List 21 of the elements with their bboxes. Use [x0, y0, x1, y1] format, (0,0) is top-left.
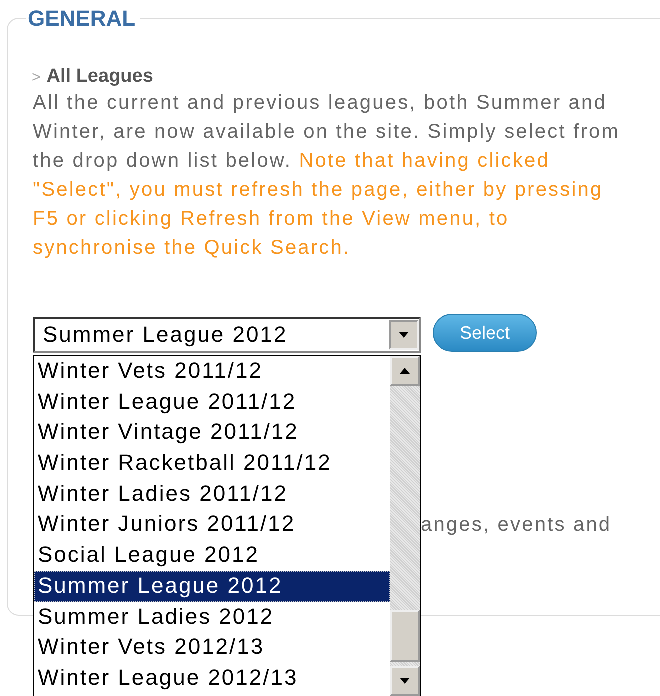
dropdown-option[interactable]: Summer Ladies 2012 — [34, 602, 390, 632]
article-heading: All Leagues — [46, 65, 154, 89]
scrollbar[interactable] — [390, 356, 420, 696]
scroll-up-icon[interactable] — [390, 356, 420, 386]
article-paragraph: All the current and previous leagues, both Summer and Winter, are now available on the site. Simply select from the drop down list below. Note that having clicked "Select", you must refresh the page, either by pressing F5 or clicking Refresh from the View menu, to synchronise the Quick Search. — [33, 91, 621, 261]
partial-text: anges, events and — [421, 513, 613, 538]
dropdown-option[interactable]: Winter Juniors 2011/12 — [34, 509, 390, 540]
league-dropdown[interactable]: Summer League 2012 — [33, 317, 421, 353]
dropdown-option[interactable]: Winter Vets 2012/13 — [34, 632, 390, 663]
scroll-down-icon[interactable] — [390, 666, 420, 696]
dropdown-option[interactable]: Winter Vintage 2011/12 — [34, 417, 390, 448]
arrow-text: > — [32, 68, 41, 86]
dropdown-option[interactable]: Winter League 2012/13 — [34, 662, 390, 694]
scroll-thumb[interactable] — [390, 610, 420, 662]
dropdown-option[interactable]: Winter League 2011/12 — [34, 386, 390, 418]
dropdown-option[interactable]: Summer League 2012 — [34, 570, 390, 602]
dropdown-option[interactable]: Winter Vets 2011/12 — [34, 356, 390, 387]
dropdown-option[interactable]: Winter Ladies 2011/12 — [34, 478, 390, 510]
dropdown-option[interactable]: Social League 2012 — [34, 540, 390, 571]
caret-icon[interactable] — [389, 320, 419, 350]
dropdown-option[interactable]: Winter Racketball 2011/12 — [34, 448, 390, 479]
